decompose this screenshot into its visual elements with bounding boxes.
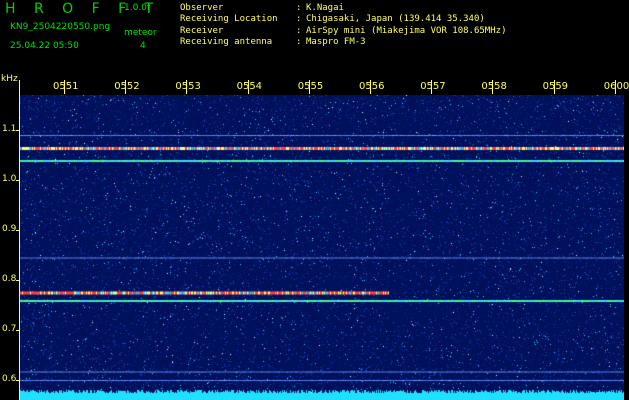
x-tick-mark [614, 80, 616, 94]
x-tick-mark [64, 80, 65, 94]
x-tick-label: 0558 [481, 81, 507, 92]
x-tick-mark [186, 80, 188, 94]
y-axis-unit: kHz [1, 74, 18, 84]
file-datetime: 25.04.22 05:50 [10, 41, 79, 51]
meteor-count: 4 [140, 41, 146, 51]
x-tick-mark [308, 80, 310, 94]
y-tick-label: 0.7 [2, 324, 17, 334]
x-tick-label: 0600 [603, 81, 629, 92]
y-tick-label: 1.1 [2, 124, 17, 134]
station-row-label: Receiving Location [180, 14, 278, 24]
x-tick-label: 0559 [542, 81, 569, 92]
station-row-value: AirSpy mini (Miakejima VOR 108.65MHz) [306, 26, 507, 36]
station-row-sep: : [296, 14, 302, 24]
station-row-sep: : [296, 37, 302, 47]
x-tick-label: 0557 [420, 81, 446, 92]
y-tick-label: 0.9 [2, 224, 17, 234]
station-row-label: Observer [180, 3, 224, 13]
file-name: KN9_2504220550.png [10, 22, 111, 32]
x-tick-label: 0555 [297, 81, 324, 92]
x-tick-label: 0551 [53, 81, 79, 92]
x-tick-label: 0553 [175, 81, 201, 92]
y-tick-label: 1.0 [2, 174, 17, 184]
x-tick-mark [247, 80, 249, 94]
spectrogram-screen: H R O F F T 1.0.0f KN9_2504220550.png 25… [0, 0, 629, 400]
station-row-label: Receiving antenna [180, 37, 273, 47]
station-row-value: K.Nagai [306, 3, 344, 13]
station-row-value: Maspro FM-3 [306, 37, 366, 47]
x-tick-label: 0554 [236, 81, 263, 92]
station-row-value: Chigasaki, Japan (139.414 35.340) [306, 14, 485, 24]
spectrogram-plot [20, 95, 624, 400]
station-row-label: Receiver [180, 26, 224, 36]
station-row-sep: : [296, 3, 302, 13]
x-tick-mark [125, 80, 127, 94]
y-tick-label: 0.6 [2, 374, 17, 384]
x-tick-mark [492, 80, 494, 94]
x-tick-mark [431, 80, 433, 94]
x-tick-mark [370, 80, 371, 94]
x-tick-label: 0552 [114, 81, 140, 92]
y-tick-label: 0.8 [2, 274, 17, 284]
x-tick-mark [553, 80, 555, 94]
station-row-sep: : [296, 26, 302, 36]
x-tick-label: 0556 [359, 81, 385, 92]
app-version: 1.0.0f [124, 3, 151, 13]
meteor-label: meteor [124, 28, 157, 38]
